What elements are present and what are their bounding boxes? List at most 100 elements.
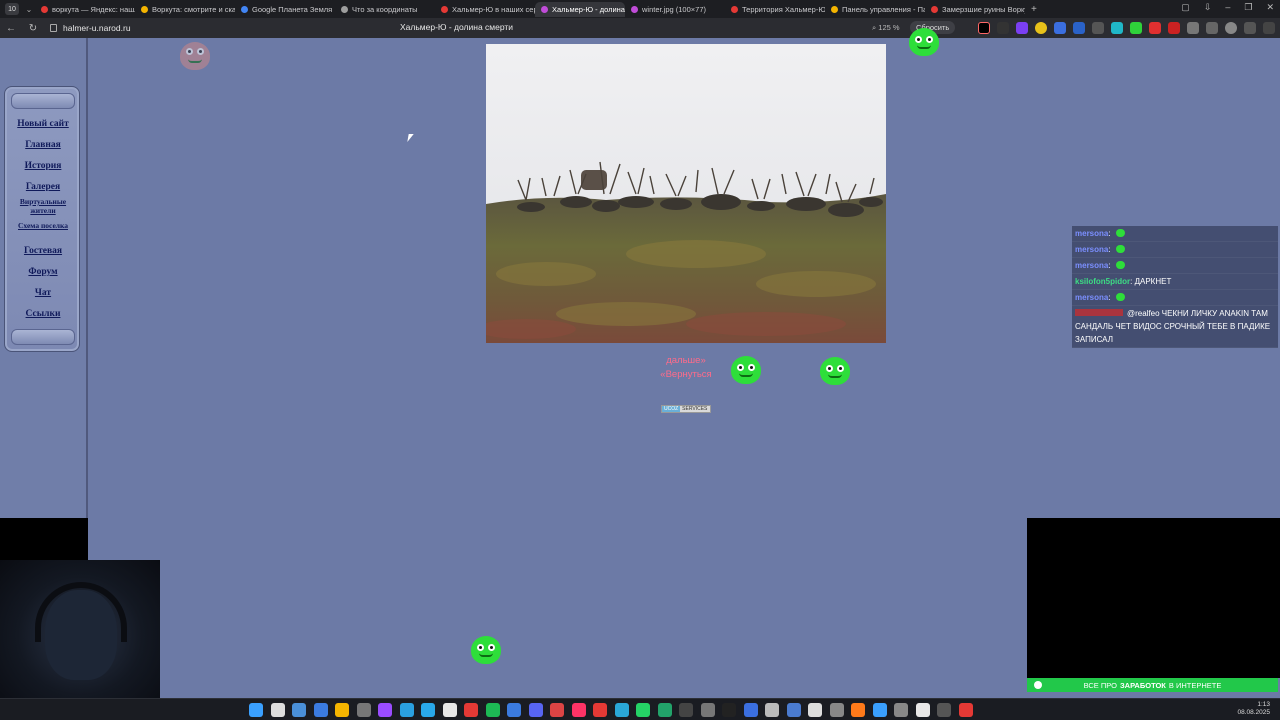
url-text: halmer-u.narod.ru xyxy=(63,23,131,33)
back-link[interactable]: «Вернуться xyxy=(640,368,732,382)
clock-time: 1:13 xyxy=(1257,701,1270,708)
taskbar-app-icon[interactable] xyxy=(571,703,586,717)
browser-tab[interactable]: Территория Хальмер-Ю xyxy=(725,2,825,17)
taskbar-app-icon[interactable] xyxy=(507,703,521,717)
taskbar-app-icon[interactable] xyxy=(421,703,435,717)
chat-username[interactable]: mersona xyxy=(1075,229,1108,238)
favicon-icon xyxy=(41,5,48,13)
browser-tab[interactable]: Что за координаты xyxy=(335,2,435,17)
taskbar-app-icon[interactable] xyxy=(270,703,285,717)
taskbar-apps xyxy=(249,703,973,717)
extension-icon[interactable] xyxy=(978,22,990,34)
browser-tab[interactable]: Панель управления - Пан xyxy=(825,2,925,17)
menu-link[interactable]: Схема поселка xyxy=(5,221,81,230)
menu-link[interactable]: Главная xyxy=(5,140,81,150)
chevron-down-icon[interactable]: ⌄ xyxy=(23,5,35,14)
taskbar-app-icon[interactable] xyxy=(808,703,822,717)
menu-icon[interactable] xyxy=(1244,22,1256,34)
extension-icon[interactable] xyxy=(1168,22,1180,34)
menu-link[interactable]: Галерея xyxy=(5,182,81,192)
taskbar-app-icon[interactable] xyxy=(743,703,758,717)
taskbar-app-icon[interactable] xyxy=(528,703,543,717)
chat-username[interactable]: ksilofon5pidor xyxy=(1075,277,1130,286)
menu-link[interactable]: Гостевая xyxy=(5,246,81,256)
taskbar-app-icon[interactable] xyxy=(851,703,865,717)
extension-icon[interactable] xyxy=(1187,22,1199,34)
new-tab-button[interactable]: + xyxy=(1031,4,1037,15)
close-icon[interactable]: ✕ xyxy=(1266,2,1274,13)
download-icon[interactable] xyxy=(1263,22,1275,34)
taskbar-app-icon[interactable] xyxy=(700,703,715,717)
extension-icon[interactable] xyxy=(1130,22,1142,34)
site-sidebar: Новый сайт Главная История Галерея Виртуальн… xyxy=(0,38,88,518)
browser-tab[interactable]: Google Планета Земля xyxy=(235,2,335,17)
taskbar-app-icon[interactable] xyxy=(722,703,736,717)
system-clock[interactable]: 1:13 08.08.2025 xyxy=(1237,701,1270,717)
promo-banner: ВСЕ ПРО ЗАРАБОТОК В ИНТЕРНЕТЕ xyxy=(1027,678,1278,692)
taskbar-app-icon[interactable] xyxy=(894,703,908,717)
menu-link[interactable]: Форум xyxy=(5,267,81,277)
back-arrow-icon[interactable]: ← xyxy=(0,23,22,34)
taskbar-app-icon[interactable] xyxy=(485,703,500,717)
taskbar-app-icon[interactable] xyxy=(872,703,887,717)
reload-icon[interactable]: ↻ xyxy=(22,23,44,34)
taskbar-app-icon[interactable] xyxy=(378,703,392,717)
taskbar-app-icon[interactable] xyxy=(915,703,930,717)
menu-link[interactable]: История xyxy=(5,161,81,171)
browser-tab[interactable]: Хальмер-Ю - долина с✕ xyxy=(535,1,625,17)
minimize-icon[interactable]: – xyxy=(1225,2,1230,13)
taskbar-app-icon[interactable] xyxy=(550,703,564,717)
menu-link[interactable]: Ссылки xyxy=(5,309,81,319)
taskbar-app-icon[interactable] xyxy=(765,703,779,717)
restore-icon[interactable]: ❐ xyxy=(1244,2,1252,13)
extension-icon[interactable] xyxy=(1149,22,1161,34)
taskbar-app-icon[interactable] xyxy=(937,703,951,717)
taskbar-app-icon[interactable] xyxy=(356,703,371,717)
browser-tab[interactable]: Замерзшие руины Ворку xyxy=(925,2,1025,17)
bookmarks-icon[interactable]: ▢ xyxy=(1181,2,1190,13)
taskbar-app-icon[interactable] xyxy=(614,703,629,717)
extension-icon[interactable] xyxy=(997,22,1009,34)
puzzle-icon[interactable] xyxy=(1206,22,1218,34)
extension-icon[interactable] xyxy=(1035,22,1047,34)
browser-tab[interactable]: winter.jpg (100×77) xyxy=(625,2,725,17)
taskbar-app-icon[interactable] xyxy=(442,703,457,717)
browser-tab[interactable]: Хальмер-Ю в наших серд xyxy=(435,2,535,17)
browser-tab[interactable]: Воркута: смотрите и ска xyxy=(135,2,235,17)
browser-tab[interactable]: воркута — Яндекс: нашл xyxy=(35,2,135,17)
profile-icon[interactable] xyxy=(1225,22,1237,34)
chat-username[interactable]: mersona xyxy=(1075,293,1108,302)
taskbar-app-icon[interactable] xyxy=(657,703,672,717)
extension-icon[interactable] xyxy=(1016,22,1028,34)
menu-link[interactable]: Виртуальные жители xyxy=(5,197,81,215)
taskbar-app-icon[interactable] xyxy=(399,703,414,717)
tab-label: Замерзшие руины Ворку xyxy=(942,4,1025,14)
taskbar-app-icon[interactable] xyxy=(292,703,306,717)
tab-count-badge[interactable]: 10 xyxy=(5,3,19,15)
menu-link[interactable]: Новый сайт xyxy=(5,119,81,129)
taskbar-app-icon[interactable] xyxy=(593,703,607,717)
zoom-level[interactable]: ⌕ 125 % xyxy=(872,23,900,33)
chat-username[interactable]: mersona xyxy=(1075,245,1108,254)
next-link[interactable]: дальше» xyxy=(640,354,732,368)
extension-icon[interactable] xyxy=(1073,22,1085,34)
taskbar-app-icon[interactable] xyxy=(679,703,693,717)
taskbar-app-icon[interactable] xyxy=(464,703,478,717)
downloads-icon[interactable]: ⇩ xyxy=(1204,2,1212,13)
taskbar-app-icon[interactable] xyxy=(249,703,263,717)
chat-separator: : xyxy=(1108,261,1113,270)
extension-icon[interactable] xyxy=(1111,22,1123,34)
favicon-icon xyxy=(541,5,548,13)
menu-link[interactable]: Чат xyxy=(5,288,81,298)
extension-icon[interactable] xyxy=(1092,22,1104,34)
extension-icon[interactable] xyxy=(1054,22,1066,34)
taskbar-app-icon[interactable] xyxy=(786,703,801,717)
taskbar-app-icon[interactable] xyxy=(313,703,328,717)
url-field[interactable]: halmer-u.narod.ru xyxy=(50,23,131,33)
ucoz-counter-badge[interactable]: UCOZ SERVICES xyxy=(661,405,711,413)
taskbar-app-icon[interactable] xyxy=(829,703,844,717)
taskbar-app-icon[interactable] xyxy=(335,703,349,717)
chat-username[interactable]: mersona xyxy=(1075,261,1108,270)
taskbar-app-icon[interactable] xyxy=(636,703,650,717)
taskbar-app-icon[interactable] xyxy=(958,703,973,717)
